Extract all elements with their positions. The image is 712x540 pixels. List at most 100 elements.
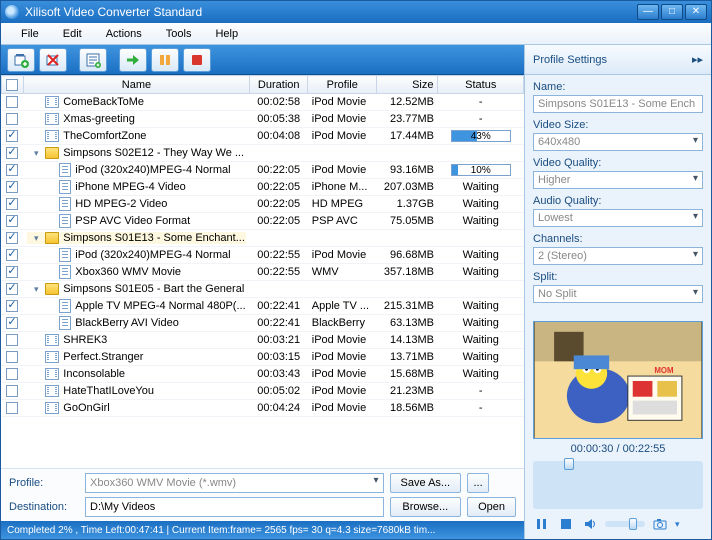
save-as-button[interactable]: Save As...	[390, 473, 462, 493]
col-status[interactable]: Status	[438, 76, 524, 94]
stop-button[interactable]	[183, 48, 211, 72]
row-checkbox[interactable]	[6, 198, 18, 210]
row-checkbox[interactable]	[6, 215, 18, 227]
row-checkbox[interactable]	[6, 130, 18, 142]
tree-toggle-icon[interactable]: ▾	[31, 284, 41, 295]
snapshot-button[interactable]	[651, 515, 669, 533]
maximize-button[interactable]: □	[661, 4, 683, 20]
col-name[interactable]: Name	[23, 76, 249, 94]
mute-button[interactable]	[581, 515, 599, 533]
toolbar	[1, 45, 524, 75]
start-button[interactable]	[119, 48, 147, 72]
table-row[interactable]: GoOnGirl00:04:24iPod Movie18.56MB-	[2, 400, 524, 417]
row-checkbox[interactable]	[6, 232, 18, 244]
table-row[interactable]: BlackBerry AVI Video00:22:41BlackBerry63…	[2, 315, 524, 332]
pause-button[interactable]	[151, 48, 179, 72]
table-row[interactable]: HateThatILoveYou00:05:02iPod Movie21.23M…	[2, 383, 524, 400]
row-checkbox[interactable]	[6, 402, 18, 414]
row-checkbox[interactable]	[6, 164, 18, 176]
row-checkbox[interactable]	[6, 96, 18, 108]
row-checkbox[interactable]	[6, 147, 18, 159]
table-row[interactable]: Xmas-greeting00:05:38iPod Movie23.77MB-	[2, 111, 524, 128]
table-row[interactable]: iPod (320x240)MPEG-4 Normal00:22:05iPod …	[2, 162, 524, 179]
select-all-checkbox[interactable]	[6, 79, 18, 91]
table-row[interactable]: Inconsolable00:03:43iPod Movie15.68MBWai…	[2, 366, 524, 383]
player-stop-button[interactable]	[557, 515, 575, 533]
file-table-wrap[interactable]: Name Duration Profile Size Status ComeBa…	[1, 75, 524, 468]
table-row[interactable]: SHREK300:03:21iPod Movie14.13MBWaiting	[2, 332, 524, 349]
destination-field[interactable]: D:\My Videos	[85, 497, 384, 517]
row-checkbox[interactable]	[6, 300, 18, 312]
row-size: 96.68MB	[377, 247, 438, 264]
video-size-select[interactable]: 640x480	[533, 133, 703, 151]
expand-icon[interactable]: ▸▸	[692, 53, 703, 66]
row-size: 75.05MB	[377, 213, 438, 230]
table-row[interactable]: iPod (320x240)MPEG-4 Normal00:22:55iPod …	[2, 247, 524, 264]
file-icon	[59, 180, 71, 194]
row-profile: iPod Movie	[308, 162, 377, 179]
row-name: GoOnGirl	[63, 402, 109, 414]
table-row[interactable]: TheComfortZone00:04:08iPod Movie17.44MB4…	[2, 128, 524, 145]
split-label: Split:	[533, 271, 703, 283]
table-row[interactable]: ▾Simpsons S01E05 - Bart the General	[2, 281, 524, 298]
name-field[interactable]: Simpsons S01E13 - Some Ench	[533, 95, 703, 113]
row-size: 18.56MB	[377, 400, 438, 417]
profile-more-button[interactable]: ...	[467, 473, 489, 493]
row-checkbox[interactable]	[6, 266, 18, 278]
video-preview[interactable]: MOM	[533, 321, 703, 439]
browse-button[interactable]: Browse...	[390, 497, 462, 517]
col-size[interactable]: Size	[377, 76, 438, 94]
split-select[interactable]: No Split	[533, 285, 703, 303]
row-name: TheComfortZone	[63, 130, 146, 142]
col-profile[interactable]: Profile	[308, 76, 377, 94]
menu-help[interactable]: Help	[203, 26, 250, 42]
profile-select[interactable]: Xbox360 WMV Movie (*.wmv)	[85, 473, 384, 493]
row-checkbox[interactable]	[6, 317, 18, 329]
row-checkbox[interactable]	[6, 385, 18, 397]
menu-file[interactable]: File	[9, 26, 51, 42]
menu-actions[interactable]: Actions	[94, 26, 154, 42]
row-checkbox[interactable]	[6, 181, 18, 193]
table-row[interactable]: Xbox360 WMV Movie00:22:55WMV357.18MBWait…	[2, 264, 524, 281]
row-checkbox[interactable]	[6, 283, 18, 295]
video-icon	[45, 402, 59, 414]
snapshot-chevron-icon[interactable]: ▾	[675, 519, 680, 530]
close-button[interactable]: ✕	[685, 4, 707, 20]
row-checkbox[interactable]	[6, 113, 18, 125]
video-icon	[45, 334, 59, 346]
add-file-button[interactable]	[7, 48, 35, 72]
table-row[interactable]: HD MPEG-2 Video00:22:05HD MPEG1.37GBWait…	[2, 196, 524, 213]
table-row[interactable]: iPhone MPEG-4 Video00:22:05iPhone M...20…	[2, 179, 524, 196]
app-title: Xilisoft Video Converter Standard	[25, 5, 202, 19]
row-size: 15.68MB	[377, 366, 438, 383]
row-checkbox[interactable]	[6, 351, 18, 363]
table-row[interactable]: PSP AVC Video Format00:22:05PSP AVC75.05…	[2, 213, 524, 230]
col-duration[interactable]: Duration	[250, 76, 308, 94]
table-row[interactable]: Apple TV MPEG-4 Normal 480P(...00:22:41A…	[2, 298, 524, 315]
row-size	[377, 281, 438, 298]
remove-button[interactable]	[39, 48, 67, 72]
table-row[interactable]: Perfect.Stranger00:03:15iPod Movie13.71M…	[2, 349, 524, 366]
open-button[interactable]: Open	[467, 497, 516, 517]
minimize-button[interactable]: —	[637, 4, 659, 20]
profile-settings-header[interactable]: Profile Settings ▸▸	[525, 45, 711, 75]
row-checkbox[interactable]	[6, 368, 18, 380]
seek-slider[interactable]	[533, 461, 703, 509]
menu-edit[interactable]: Edit	[51, 26, 94, 42]
row-checkbox[interactable]	[6, 249, 18, 261]
row-checkbox[interactable]	[6, 334, 18, 346]
video-quality-select[interactable]: Higher	[533, 171, 703, 189]
table-row[interactable]: ▾Simpsons S02E12 - They Way We ...	[2, 145, 524, 162]
volume-slider[interactable]	[605, 521, 645, 527]
info-button[interactable]	[79, 48, 107, 72]
col-checkbox[interactable]	[2, 76, 24, 94]
tree-toggle-icon[interactable]: ▾	[31, 233, 41, 244]
tree-toggle-icon[interactable]: ▾	[31, 148, 41, 159]
menu-tools[interactable]: Tools	[154, 26, 204, 42]
table-row[interactable]: ▾Simpsons S01E13 - Some Enchant...	[2, 230, 524, 247]
audio-quality-select[interactable]: Lowest	[533, 209, 703, 227]
split-value: No Split	[538, 288, 577, 300]
table-row[interactable]: ComeBackToMe00:02:58iPod Movie12.52MB-	[2, 94, 524, 111]
channels-select[interactable]: 2 (Stereo)	[533, 247, 703, 265]
play-pause-button[interactable]	[533, 515, 551, 533]
